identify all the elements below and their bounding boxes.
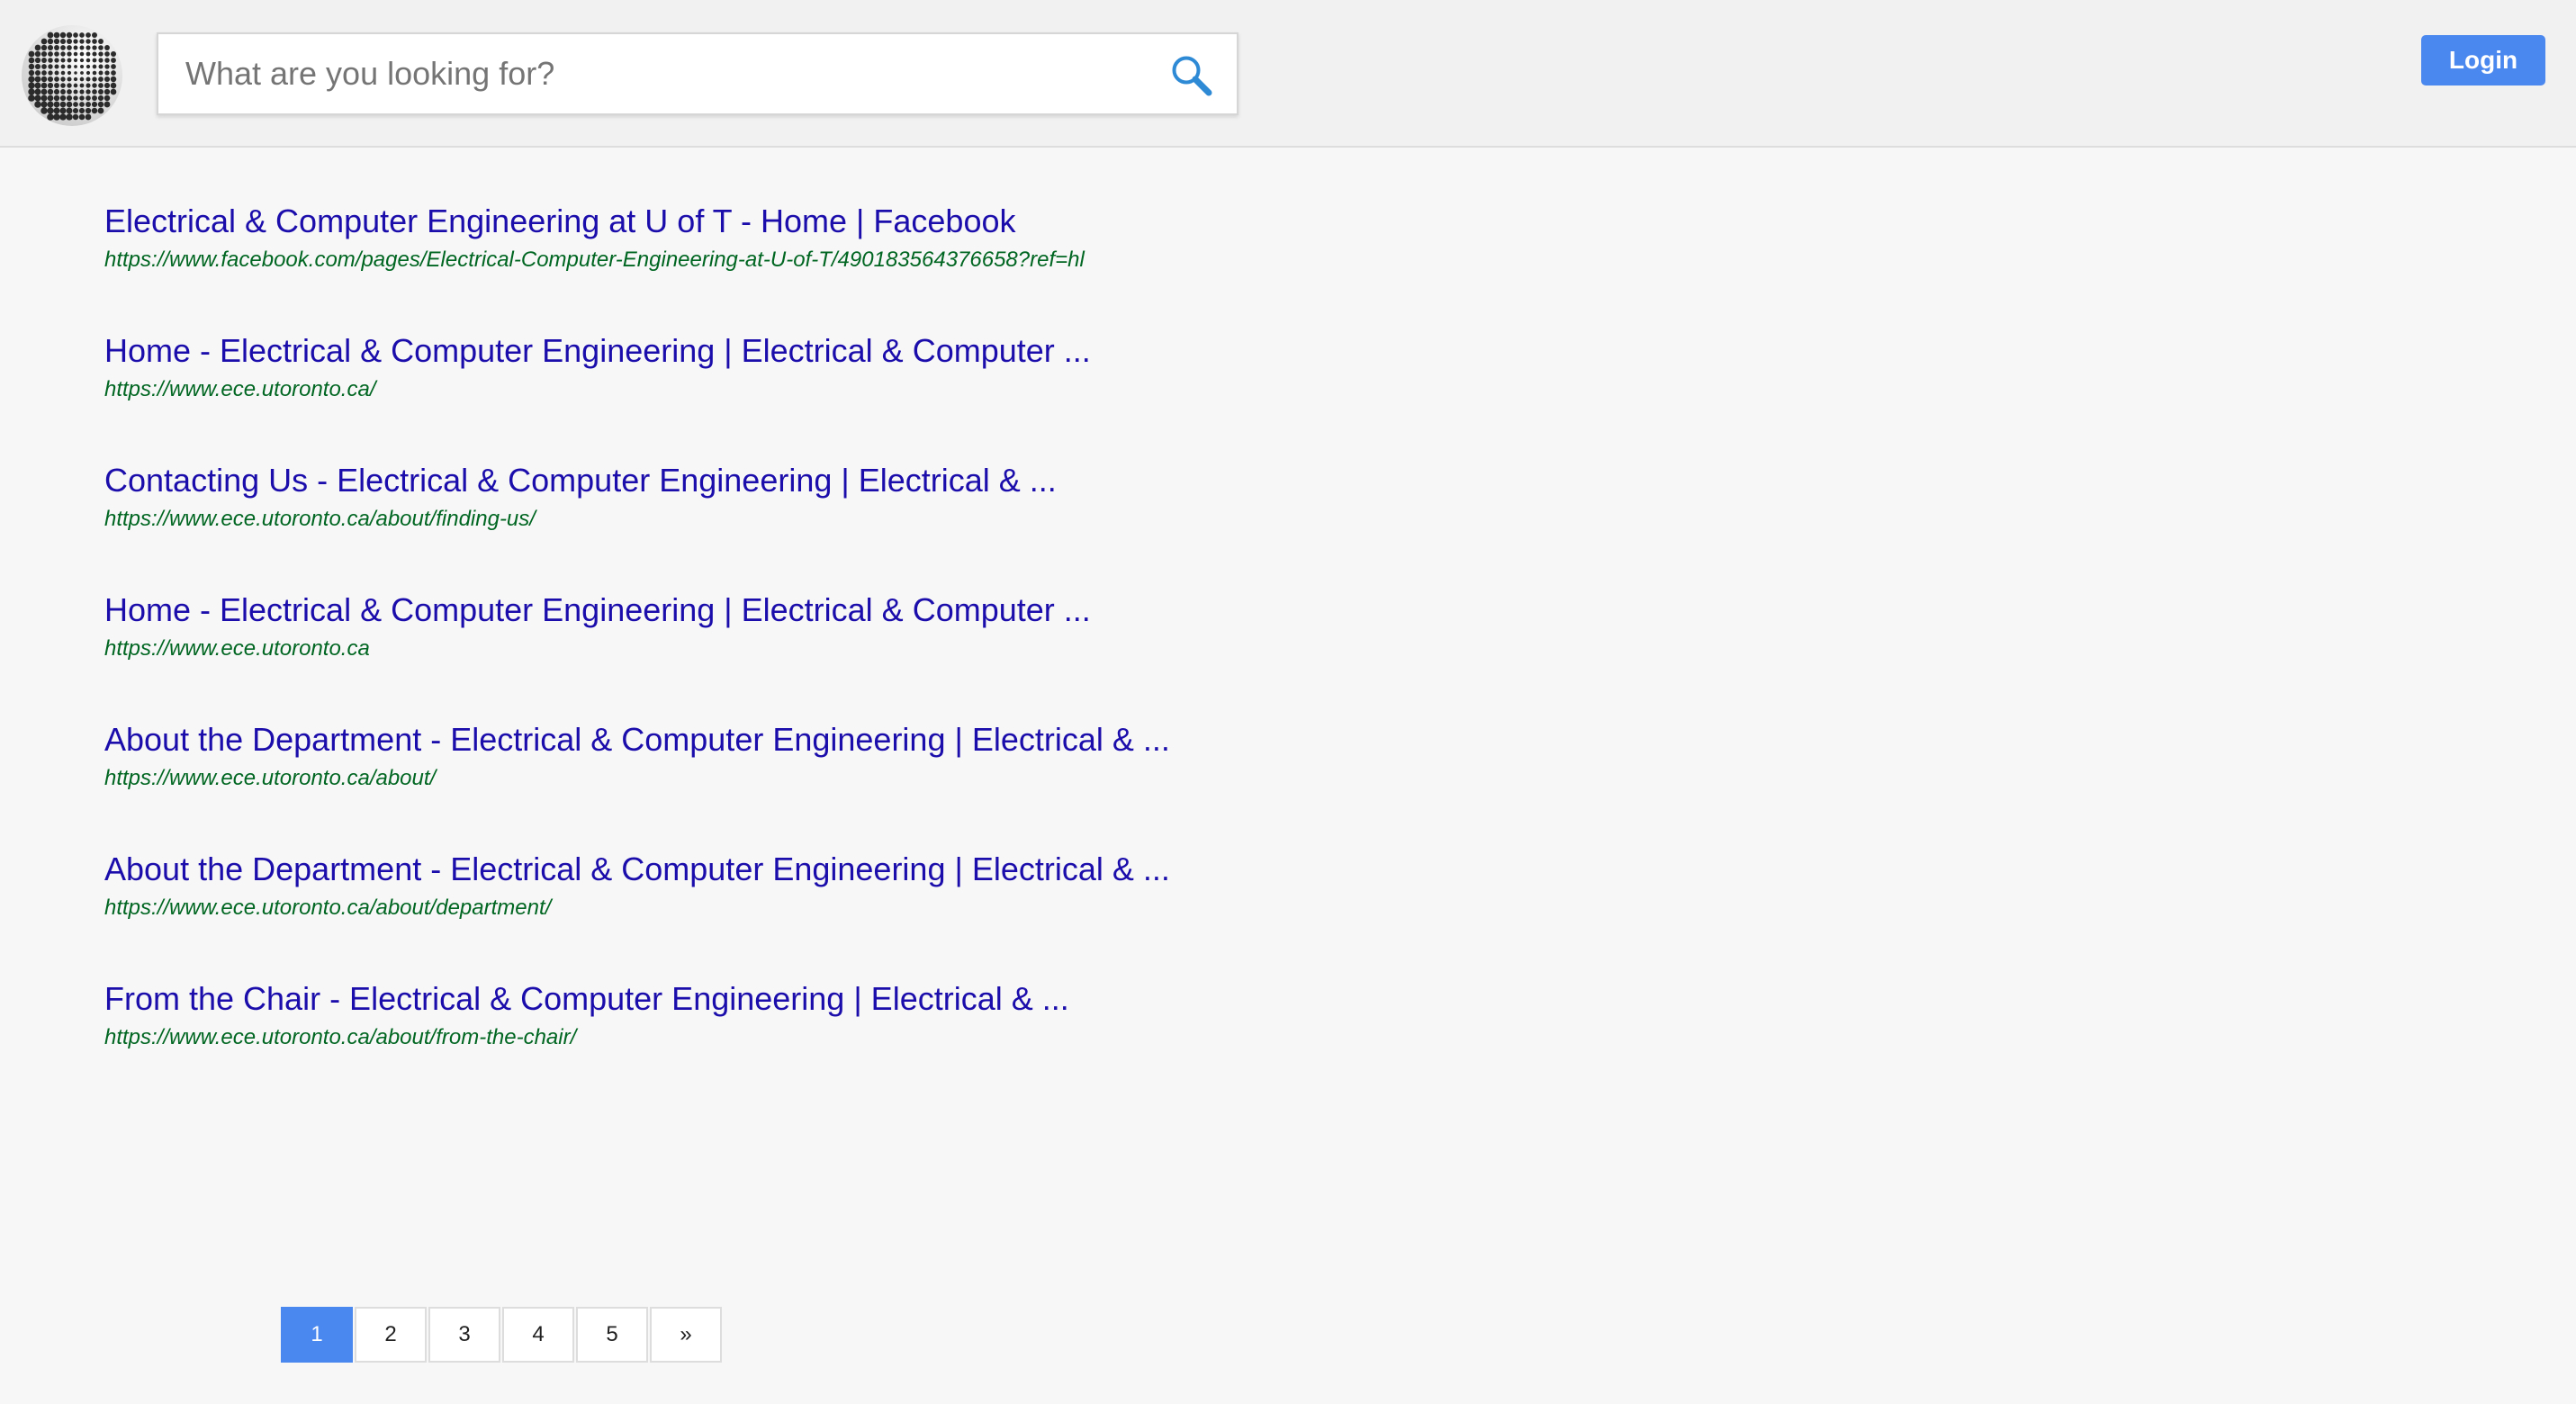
result-title-link[interactable]: About the Department - Electrical & Comp… bbox=[104, 716, 1455, 763]
result-url: https://www.ece.utoronto.ca bbox=[104, 636, 370, 661]
result-url: https://www.facebook.com/pages/Electrica… bbox=[104, 248, 1085, 272]
search-result: Contacting Us - Electrical & Computer En… bbox=[104, 457, 1455, 587]
search-results-list: Electrical & Computer Engineering at U o… bbox=[104, 198, 1455, 1105]
search-result: About the Department - Electrical & Comp… bbox=[104, 716, 1455, 846]
result-url: https://www.ece.utoronto.ca/about/findin… bbox=[104, 507, 536, 531]
page-button-4[interactable]: 4 bbox=[502, 1307, 574, 1363]
page-button-5[interactable]: 5 bbox=[576, 1307, 648, 1363]
result-title-link[interactable]: Contacting Us - Electrical & Computer En… bbox=[104, 457, 1455, 504]
search-result: From the Chair - Electrical & Computer E… bbox=[104, 976, 1455, 1105]
page-button-3[interactable]: 3 bbox=[428, 1307, 500, 1363]
top-header: Login bbox=[0, 0, 2576, 148]
search-result: Home - Electrical & Computer Engineering… bbox=[104, 328, 1455, 457]
search-result: Home - Electrical & Computer Engineering… bbox=[104, 587, 1455, 716]
search-box bbox=[157, 32, 1238, 115]
result-url: https://www.ece.utoronto.ca/about/from-t… bbox=[104, 1025, 577, 1049]
result-title-link[interactable]: Home - Electrical & Computer Engineering… bbox=[104, 587, 1455, 634]
result-url: https://www.ece.utoronto.ca/about/ bbox=[104, 766, 437, 790]
search-result: About the Department - Electrical & Comp… bbox=[104, 846, 1455, 976]
dotted-globe-icon[interactable] bbox=[20, 23, 124, 128]
next-page-button[interactable]: » bbox=[650, 1307, 722, 1363]
search-input[interactable] bbox=[185, 34, 1139, 113]
page-button-1[interactable]: 1 bbox=[281, 1307, 353, 1363]
result-title-link[interactable]: Electrical & Computer Engineering at U o… bbox=[104, 198, 1455, 245]
login-button[interactable]: Login bbox=[2421, 35, 2545, 86]
result-url: https://www.ece.utoronto.ca/ bbox=[104, 377, 376, 401]
result-title-link[interactable]: From the Chair - Electrical & Computer E… bbox=[104, 976, 1455, 1022]
result-url: https://www.ece.utoronto.ca/about/depart… bbox=[104, 896, 552, 920]
page-button-2[interactable]: 2 bbox=[355, 1307, 427, 1363]
pagination: 1 2 3 4 5 » bbox=[281, 1307, 724, 1363]
result-title-link[interactable]: About the Department - Electrical & Comp… bbox=[104, 846, 1455, 893]
search-icon[interactable] bbox=[1168, 52, 1213, 97]
search-result: Electrical & Computer Engineering at U o… bbox=[104, 198, 1455, 328]
result-title-link[interactable]: Home - Electrical & Computer Engineering… bbox=[104, 328, 1455, 374]
